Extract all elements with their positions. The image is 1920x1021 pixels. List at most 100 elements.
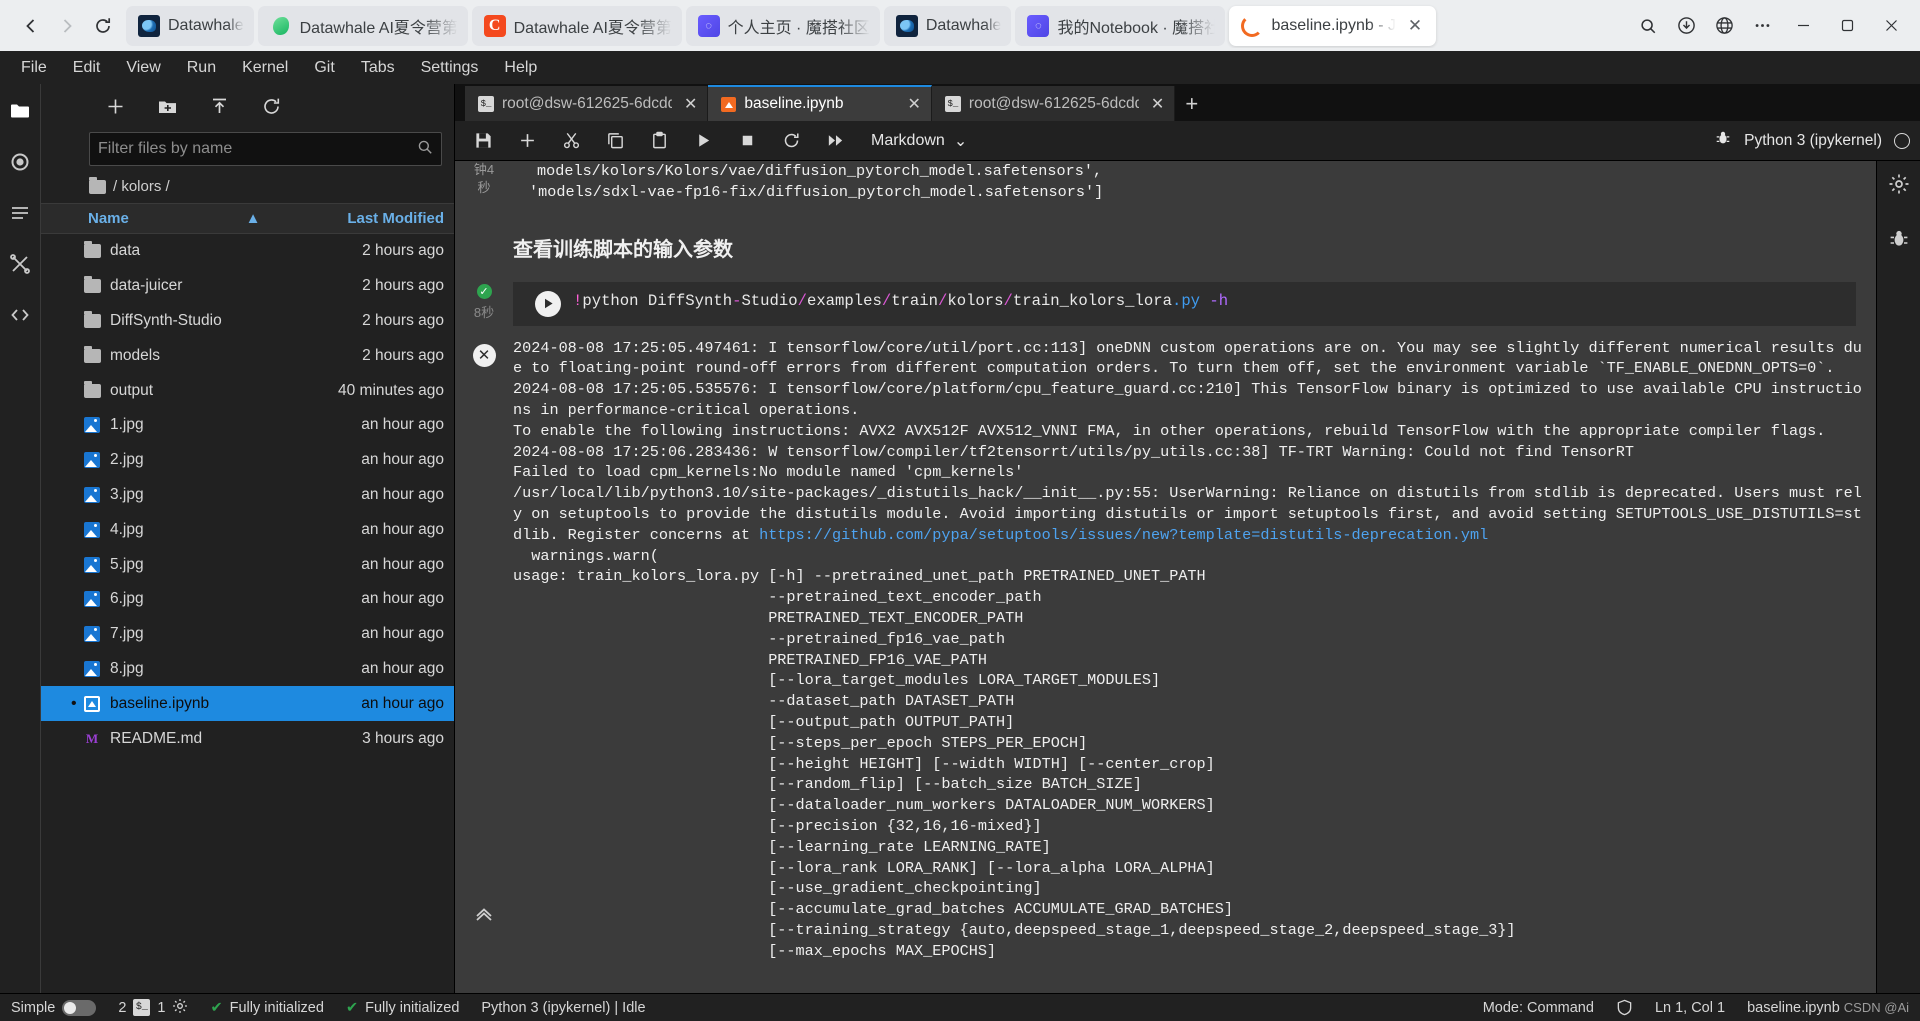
stop-icon[interactable] — [735, 128, 760, 153]
notebook-scroll[interactable]: 钟4 秒 models/kolors/Kolors/vae/diffusion_… — [455, 161, 1876, 993]
file-list-item[interactable]: models 2 hours ago — [41, 338, 454, 373]
terminal-count[interactable]: 2 $_ 1 — [107, 994, 199, 1021]
close-icon[interactable]: ✕ — [1404, 15, 1426, 37]
doc-tab-terminal-2[interactable]: $_ root@dsw-612625-6dcddd9l ✕ — [931, 86, 1176, 121]
image-file-icon — [84, 591, 100, 608]
kernel-status-indicator[interactable] — [1894, 132, 1910, 149]
output-line: --dataset_path DATASET_PATH — [513, 692, 1015, 711]
breadcrumb[interactable]: / kolors / — [41, 172, 454, 203]
minimize-button[interactable] — [1782, 9, 1824, 43]
cell-execution-time: 8秒 — [473, 304, 495, 320]
menu-help[interactable]: Help — [491, 55, 550, 81]
maximize-button[interactable] — [1826, 9, 1868, 43]
notebook-file-icon — [84, 695, 100, 712]
code-cell-source[interactable]: !python DiffSynth-Studio/examples/train/… — [573, 291, 1228, 317]
file-list-item[interactable]: data-juicer 2 hours ago — [41, 269, 454, 304]
more-icon[interactable] — [1744, 9, 1780, 43]
terminal-count-value: 2 — [118, 999, 127, 1016]
menu-tabs[interactable]: Tabs — [348, 55, 408, 81]
menu-run[interactable]: Run — [174, 55, 229, 81]
file-browser-icon[interactable] — [3, 94, 37, 128]
save-icon[interactable] — [471, 128, 496, 153]
code-cell-body[interactable]: !python DiffSynth-Studio/examples/train/… — [513, 281, 1856, 326]
restart-run-all-icon[interactable] — [823, 128, 848, 153]
kernel-name[interactable]: Python 3 (ipykernel) — [1744, 132, 1882, 150]
close-icon[interactable]: ✕ — [908, 94, 921, 114]
column-header-modified[interactable]: Last Modified — [318, 210, 454, 227]
file-list-item[interactable]: 4.jpg an hour ago — [41, 512, 454, 547]
file-list-item[interactable]: DiffSynth-Studio 2 hours ago — [41, 304, 454, 339]
close-icon[interactable]: ✕ — [1151, 94, 1164, 114]
upload-icon[interactable] — [207, 94, 231, 118]
menu-view[interactable]: View — [113, 55, 173, 81]
browser-tab-4[interactable]: Datawhale — [883, 5, 1012, 46]
toggle-switch[interactable] — [62, 999, 97, 1016]
file-list-item[interactable]: 6.jpg an hour ago — [41, 582, 454, 617]
git-status-2[interactable]: ✔ Fully initialized — [335, 994, 470, 1021]
browser-tab-2[interactable]: C Datawhale AI夏令营第 — [471, 5, 682, 46]
output-link[interactable]: https://github.com/pypa/setuptools/issue… — [759, 526, 1488, 544]
extension-manager-icon[interactable] — [3, 298, 37, 332]
menu-file[interactable]: File — [8, 55, 60, 81]
search-icon[interactable] — [1630, 9, 1666, 43]
table-of-contents-icon[interactable] — [3, 196, 37, 230]
close-icon[interactable]: ✕ — [684, 94, 697, 114]
file-list-item[interactable]: 8.jpg an hour ago — [41, 652, 454, 687]
menu-git[interactable]: Git — [301, 55, 347, 81]
shield-icon[interactable] — [1605, 999, 1644, 1016]
new-launcher-icon[interactable] — [103, 94, 127, 118]
paste-icon[interactable] — [647, 128, 672, 153]
file-filter-box[interactable] — [89, 132, 442, 166]
refresh-icon[interactable] — [259, 94, 283, 118]
git-status-1[interactable]: ✔ Fully initialized — [199, 994, 334, 1021]
new-folder-icon[interactable] — [155, 94, 179, 118]
file-list-item[interactable]: • baseline.ipynb an hour ago — [41, 686, 454, 722]
bug-icon[interactable] — [1714, 129, 1732, 152]
file-list-item[interactable]: 1.jpg an hour ago — [41, 408, 454, 443]
file-list-item[interactable]: 5.jpg an hour ago — [41, 547, 454, 582]
file-list-item[interactable]: 3.jpg an hour ago — [41, 478, 454, 513]
download-icon[interactable] — [1668, 9, 1704, 43]
output-collapser[interactable] — [473, 903, 495, 931]
file-list-item[interactable]: data 2 hours ago — [41, 234, 454, 269]
menu-settings[interactable]: Settings — [408, 55, 492, 81]
cursor-position[interactable]: Ln 1, Col 1 — [1644, 1000, 1736, 1016]
restart-kernel-icon[interactable] — [779, 128, 804, 153]
menu-edit[interactable]: Edit — [60, 55, 114, 81]
doc-tab-notebook-active[interactable]: baseline.ipynb ✕ — [708, 85, 932, 121]
menu-kernel[interactable]: Kernel — [229, 55, 301, 81]
simple-mode-toggle[interactable]: Simple — [0, 994, 107, 1021]
kernel-status[interactable]: Python 3 (ipykernel) | Idle — [470, 994, 656, 1021]
back-icon[interactable] — [14, 9, 48, 43]
file-list-item[interactable]: 2.jpg an hour ago — [41, 443, 454, 478]
browser-tab-3[interactable]: ◌ 个人主页 · 魔搭社区 — [685, 5, 880, 46]
git-branch-icon[interactable] — [3, 247, 37, 281]
cut-icon[interactable] — [559, 128, 584, 153]
file-list-item[interactable]: 7.jpg an hour ago — [41, 617, 454, 652]
markdown-cell[interactable]: 查看训练脚本的输入参数 — [455, 229, 1876, 266]
insert-cell-icon[interactable] — [515, 128, 540, 153]
globe-icon[interactable] — [1706, 9, 1742, 43]
run-cell-button[interactable] — [535, 290, 561, 317]
file-list-item[interactable]: output 40 minutes ago — [41, 373, 454, 408]
previous-output-line-2: 'models/sdxl-vae-fp16-fix/diffusion_pyto… — [529, 182, 1104, 201]
doc-tab-terminal-1[interactable]: $_ root@dsw-612625-6dcddd9l ✕ — [465, 86, 709, 121]
browser-tab-1[interactable]: Datawhale AI夏令营第 — [257, 5, 468, 46]
code-cell[interactable]: ✓ 8秒 !python DiffSynth-Studio/examples/t… — [455, 281, 1876, 326]
property-inspector-icon[interactable] — [1888, 173, 1910, 200]
run-icon[interactable] — [691, 128, 716, 153]
search-input[interactable] — [98, 140, 417, 158]
browser-tab-6-active[interactable]: baseline.ipynb - J ✕ — [1229, 5, 1436, 46]
new-tab-button[interactable]: + — [1175, 86, 1208, 121]
copy-icon[interactable] — [603, 128, 628, 153]
column-header-name[interactable]: Name — [41, 210, 188, 227]
file-list-item[interactable]: M README.md 3 hours ago — [41, 721, 454, 756]
cell-type-dropdown[interactable]: Markdown ⌄ — [871, 131, 967, 151]
browser-tab-5[interactable]: ◌ 我的Notebook · 魔搭社 — [1015, 5, 1226, 46]
debugger-panel-icon[interactable] — [1888, 228, 1910, 255]
gear-icon[interactable] — [172, 998, 188, 1018]
reload-icon[interactable] — [86, 9, 120, 43]
browser-tab-0[interactable]: Datawhale — [126, 5, 254, 46]
running-kernels-icon[interactable] — [3, 145, 37, 179]
window-close-button[interactable] — [1870, 9, 1912, 43]
